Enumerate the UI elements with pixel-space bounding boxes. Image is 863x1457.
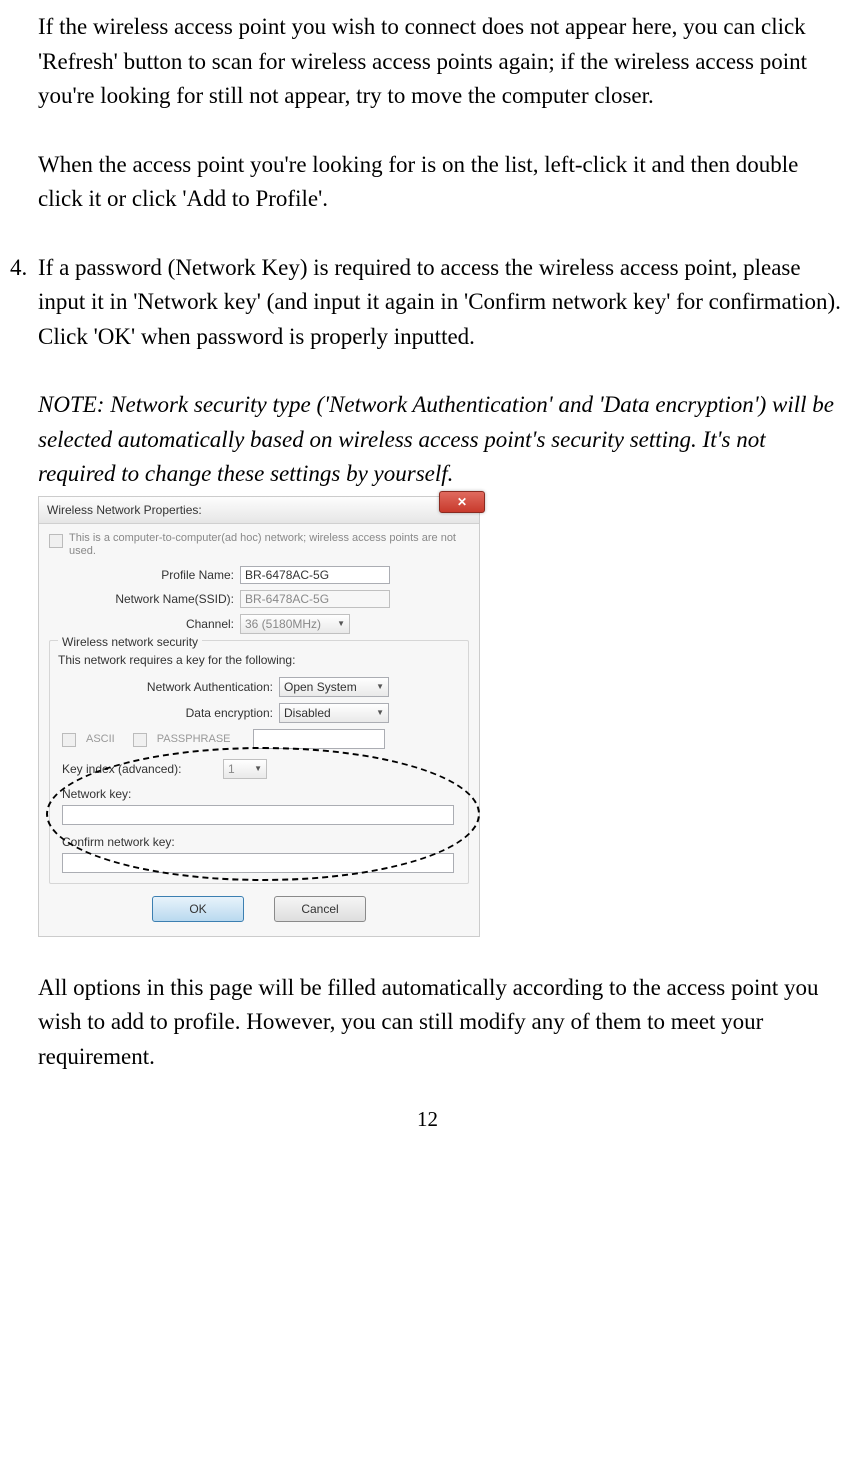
- passphrase-input[interactable]: [253, 729, 385, 749]
- confirmkey-label: Confirm network key:: [58, 833, 460, 851]
- page-number: 12: [10, 1104, 845, 1136]
- close-button[interactable]: ✕: [439, 491, 485, 513]
- adhoc-checkbox[interactable]: [49, 534, 63, 548]
- list-number-4: 4.: [10, 251, 38, 355]
- networkkey-label: Network key:: [58, 785, 460, 803]
- profile-name-input[interactable]: BR-6478AC-5G: [240, 566, 390, 584]
- channel-dropdown: 36 (5180MHz) ▼: [240, 614, 350, 634]
- dialog-titlebar: Wireless Network Properties: ✕: [39, 497, 479, 524]
- passphrase-label: PASSPHRASE: [157, 731, 231, 748]
- paragraph-list-click: When the access point you're looking for…: [38, 148, 845, 217]
- security-group-note: This network requires a key for the foll…: [58, 651, 460, 669]
- profile-name-label: Profile Name:: [49, 566, 240, 584]
- profile-name-value: BR-6478AC-5G: [245, 566, 329, 584]
- keyindex-dropdown[interactable]: 1 ▼: [223, 759, 267, 779]
- auth-label: Network Authentication:: [58, 678, 279, 696]
- adhoc-label: This is a computer-to-computer(ad hoc) n…: [69, 532, 469, 558]
- close-icon: ✕: [457, 493, 467, 511]
- ok-button-label: OK: [189, 900, 206, 918]
- chevron-down-icon: ▼: [376, 707, 384, 719]
- ssid-value: BR-6478AC-5G: [245, 590, 329, 608]
- security-groupbox: Wireless network security This network r…: [49, 640, 469, 884]
- auth-dropdown[interactable]: Open System ▼: [279, 677, 389, 697]
- channel-value: 36 (5180MHz): [245, 615, 321, 633]
- ascii-label: ASCII: [86, 731, 115, 748]
- chevron-down-icon: ▼: [254, 763, 262, 775]
- paragraph-refresh: If the wireless access point you wish to…: [38, 10, 845, 114]
- chevron-down-icon: ▼: [337, 618, 345, 630]
- ssid-input: BR-6478AC-5G: [240, 590, 390, 608]
- encryption-dropdown[interactable]: Disabled ▼: [279, 703, 389, 723]
- keyindex-value: 1: [228, 760, 235, 778]
- networkkey-input[interactable]: [62, 805, 454, 825]
- chevron-down-icon: ▼: [376, 681, 384, 693]
- auth-value: Open System: [284, 678, 357, 696]
- wireless-properties-dialog: Wireless Network Properties: ✕ This is a…: [38, 496, 480, 937]
- cancel-button-label: Cancel: [301, 900, 338, 918]
- passphrase-checkbox[interactable]: [133, 733, 147, 747]
- cancel-button[interactable]: Cancel: [274, 896, 366, 922]
- paragraph-password: If a password (Network Key) is required …: [38, 251, 845, 355]
- paragraph-autofill: All options in this page will be filled …: [38, 971, 845, 1075]
- encryption-label: Data encryption:: [58, 704, 279, 722]
- ascii-checkbox[interactable]: [62, 733, 76, 747]
- note-paragraph: NOTE: Network security type ('Network Au…: [38, 388, 845, 492]
- channel-label: Channel:: [49, 615, 240, 633]
- dialog-title: Wireless Network Properties:: [47, 501, 202, 519]
- keyindex-label: Key index (advanced):: [58, 760, 223, 778]
- ssid-label: Network Name(SSID):: [49, 590, 240, 608]
- encryption-value: Disabled: [284, 704, 331, 722]
- ok-button[interactable]: OK: [152, 896, 244, 922]
- security-group-title: Wireless network security: [58, 633, 202, 651]
- confirmkey-input[interactable]: [62, 853, 454, 873]
